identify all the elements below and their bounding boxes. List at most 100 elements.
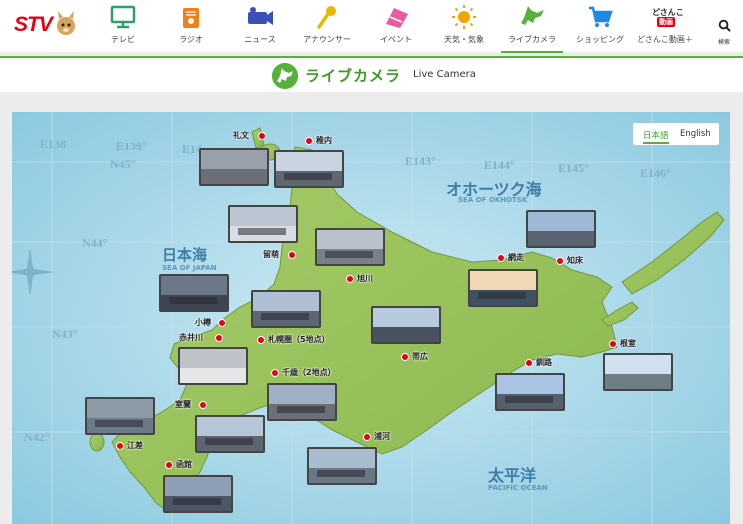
thumb-sky [87, 399, 153, 418]
pin-dot [525, 359, 533, 367]
thumb-ground [605, 373, 671, 389]
camera-thumb-obihiro[interactable] [371, 306, 441, 344]
nav-label: アナウンサー [303, 35, 351, 44]
location-name: 室蘭 [175, 400, 191, 409]
hokkaido-icon [272, 63, 298, 89]
news-camera-icon [248, 7, 273, 25]
grid-label: E143° [405, 154, 436, 168]
pin-dot [363, 433, 371, 441]
logo-text: STV [14, 13, 53, 36]
location-name: 帯広 [412, 352, 428, 361]
thumb-sky [197, 417, 263, 436]
thumb-detail [478, 292, 526, 299]
event-ticket-icon [386, 8, 408, 28]
location-name: 礼文 [233, 131, 249, 140]
thumb-detail [325, 251, 373, 258]
search-label: 検索 [717, 39, 730, 46]
camera-thumb-chitose[interactable] [267, 383, 337, 421]
nav-event[interactable]: イベント [363, 4, 429, 50]
pin-dot [346, 275, 354, 283]
thumb-ground [528, 230, 594, 246]
camera-thumb-wakkanai[interactable] [274, 150, 344, 188]
thumb-detail [95, 420, 143, 427]
nav-label: ライブカメラ [508, 35, 556, 44]
pin-dot [218, 319, 226, 327]
pin-dot [288, 251, 296, 259]
nav-news[interactable]: ニュース [227, 4, 293, 50]
camera-thumb-esashi[interactable] [85, 397, 155, 435]
thumb-detail [205, 438, 253, 445]
stv-logo[interactable]: STV [14, 11, 76, 37]
sun-icon [452, 5, 476, 29]
pin-dot [401, 353, 409, 361]
camera-thumb-sapporo[interactable] [251, 290, 321, 328]
grid-label: N44° [82, 236, 108, 250]
thumb-sky [161, 276, 227, 295]
thumb-sky [201, 150, 267, 169]
hokkaido-icon [521, 6, 544, 25]
thumb-detail [317, 470, 365, 477]
nav-announcer[interactable]: アナウンサー [294, 4, 360, 50]
thumb-sky [470, 271, 536, 290]
camera-thumb-shiretoko[interactable] [526, 210, 596, 248]
camera-thumb-kushiro[interactable] [495, 373, 565, 411]
pin-dot [257, 336, 265, 344]
location-name: 小樽 [195, 318, 211, 327]
pacific-label: 太平洋 [488, 466, 537, 485]
thumb-detail [284, 173, 332, 180]
location-name: 札幌圏（5地点） [268, 335, 330, 344]
pin-dot [305, 137, 313, 145]
camera-thumb-urakawa[interactable] [307, 447, 377, 485]
nav-label: イベント [380, 35, 412, 44]
camera-thumb-nemuro[interactable] [603, 353, 673, 391]
lang-japanese[interactable]: 日本語 [643, 129, 669, 144]
thumb-sky [605, 355, 671, 374]
camera-thumb-asahikawa[interactable] [315, 228, 385, 266]
pacific-en-label: PACIFIC OCEAN [488, 484, 548, 492]
nav-radio[interactable]: ラジオ [158, 4, 224, 50]
grid-label: E144° [484, 158, 515, 172]
site-header: STV テレビ ラジオ ニュース アナウンサー イベント 天気・気象 ライブカメ… [0, 0, 743, 53]
grid-label: E146° [640, 166, 671, 180]
nav-tv[interactable]: テレビ [90, 4, 156, 50]
microphone-icon [317, 6, 336, 29]
dosanko-doga-logo: どさんこ 動画 [652, 7, 684, 27]
sea-japan-en-label: SEA OF JAPAN [162, 264, 217, 272]
thumb-sky [497, 375, 563, 394]
grid-label: E139° [116, 139, 147, 153]
thumb-ground [180, 367, 246, 383]
location-name: 留萌 [263, 250, 279, 259]
location-name: 浦河 [374, 432, 390, 441]
nav-live-camera[interactable]: ライブカメラ [499, 4, 565, 53]
camera-thumb-akaigawa[interactable] [178, 347, 248, 385]
pin-dot [497, 254, 505, 262]
search-button[interactable]: 検索 [712, 17, 736, 47]
thumb-sky [276, 152, 342, 171]
mascot-icon [57, 11, 75, 35]
thumb-sky [269, 385, 335, 404]
lang-english[interactable]: English [680, 129, 711, 139]
page-title: ライブカメラ [305, 67, 402, 85]
thumb-detail [505, 396, 553, 403]
nav-label: テレビ [111, 35, 135, 44]
grid-label: E145° [558, 161, 589, 175]
thumb-sky [230, 207, 296, 226]
camera-thumb-otaru[interactable] [159, 274, 229, 312]
location-name: 釧路 [536, 358, 552, 367]
nav-label: 天気・気象 [444, 35, 484, 44]
camera-thumb-abashiri[interactable] [468, 269, 538, 307]
grid-label: N43° [52, 327, 78, 341]
page-subtitle: Live Camera [413, 69, 476, 80]
camera-thumb-hakodate[interactable] [163, 475, 233, 513]
camera-thumb-rumoi[interactable] [228, 205, 298, 243]
grid-label: N45° [110, 157, 136, 171]
thumb-detail [169, 297, 217, 304]
camera-thumb-muroran[interactable] [195, 415, 265, 453]
pin-dot [556, 257, 564, 265]
nav-label: ニュース [244, 35, 276, 44]
camera-thumb-rebun[interactable] [199, 148, 269, 186]
radio-icon [183, 8, 199, 28]
nav-dosanko-doga[interactable]: どさんこ 動画 どさんこ動画＋ [622, 4, 708, 50]
nav-weather[interactable]: 天気・気象 [431, 4, 497, 50]
location-name: 旭川 [357, 274, 373, 283]
